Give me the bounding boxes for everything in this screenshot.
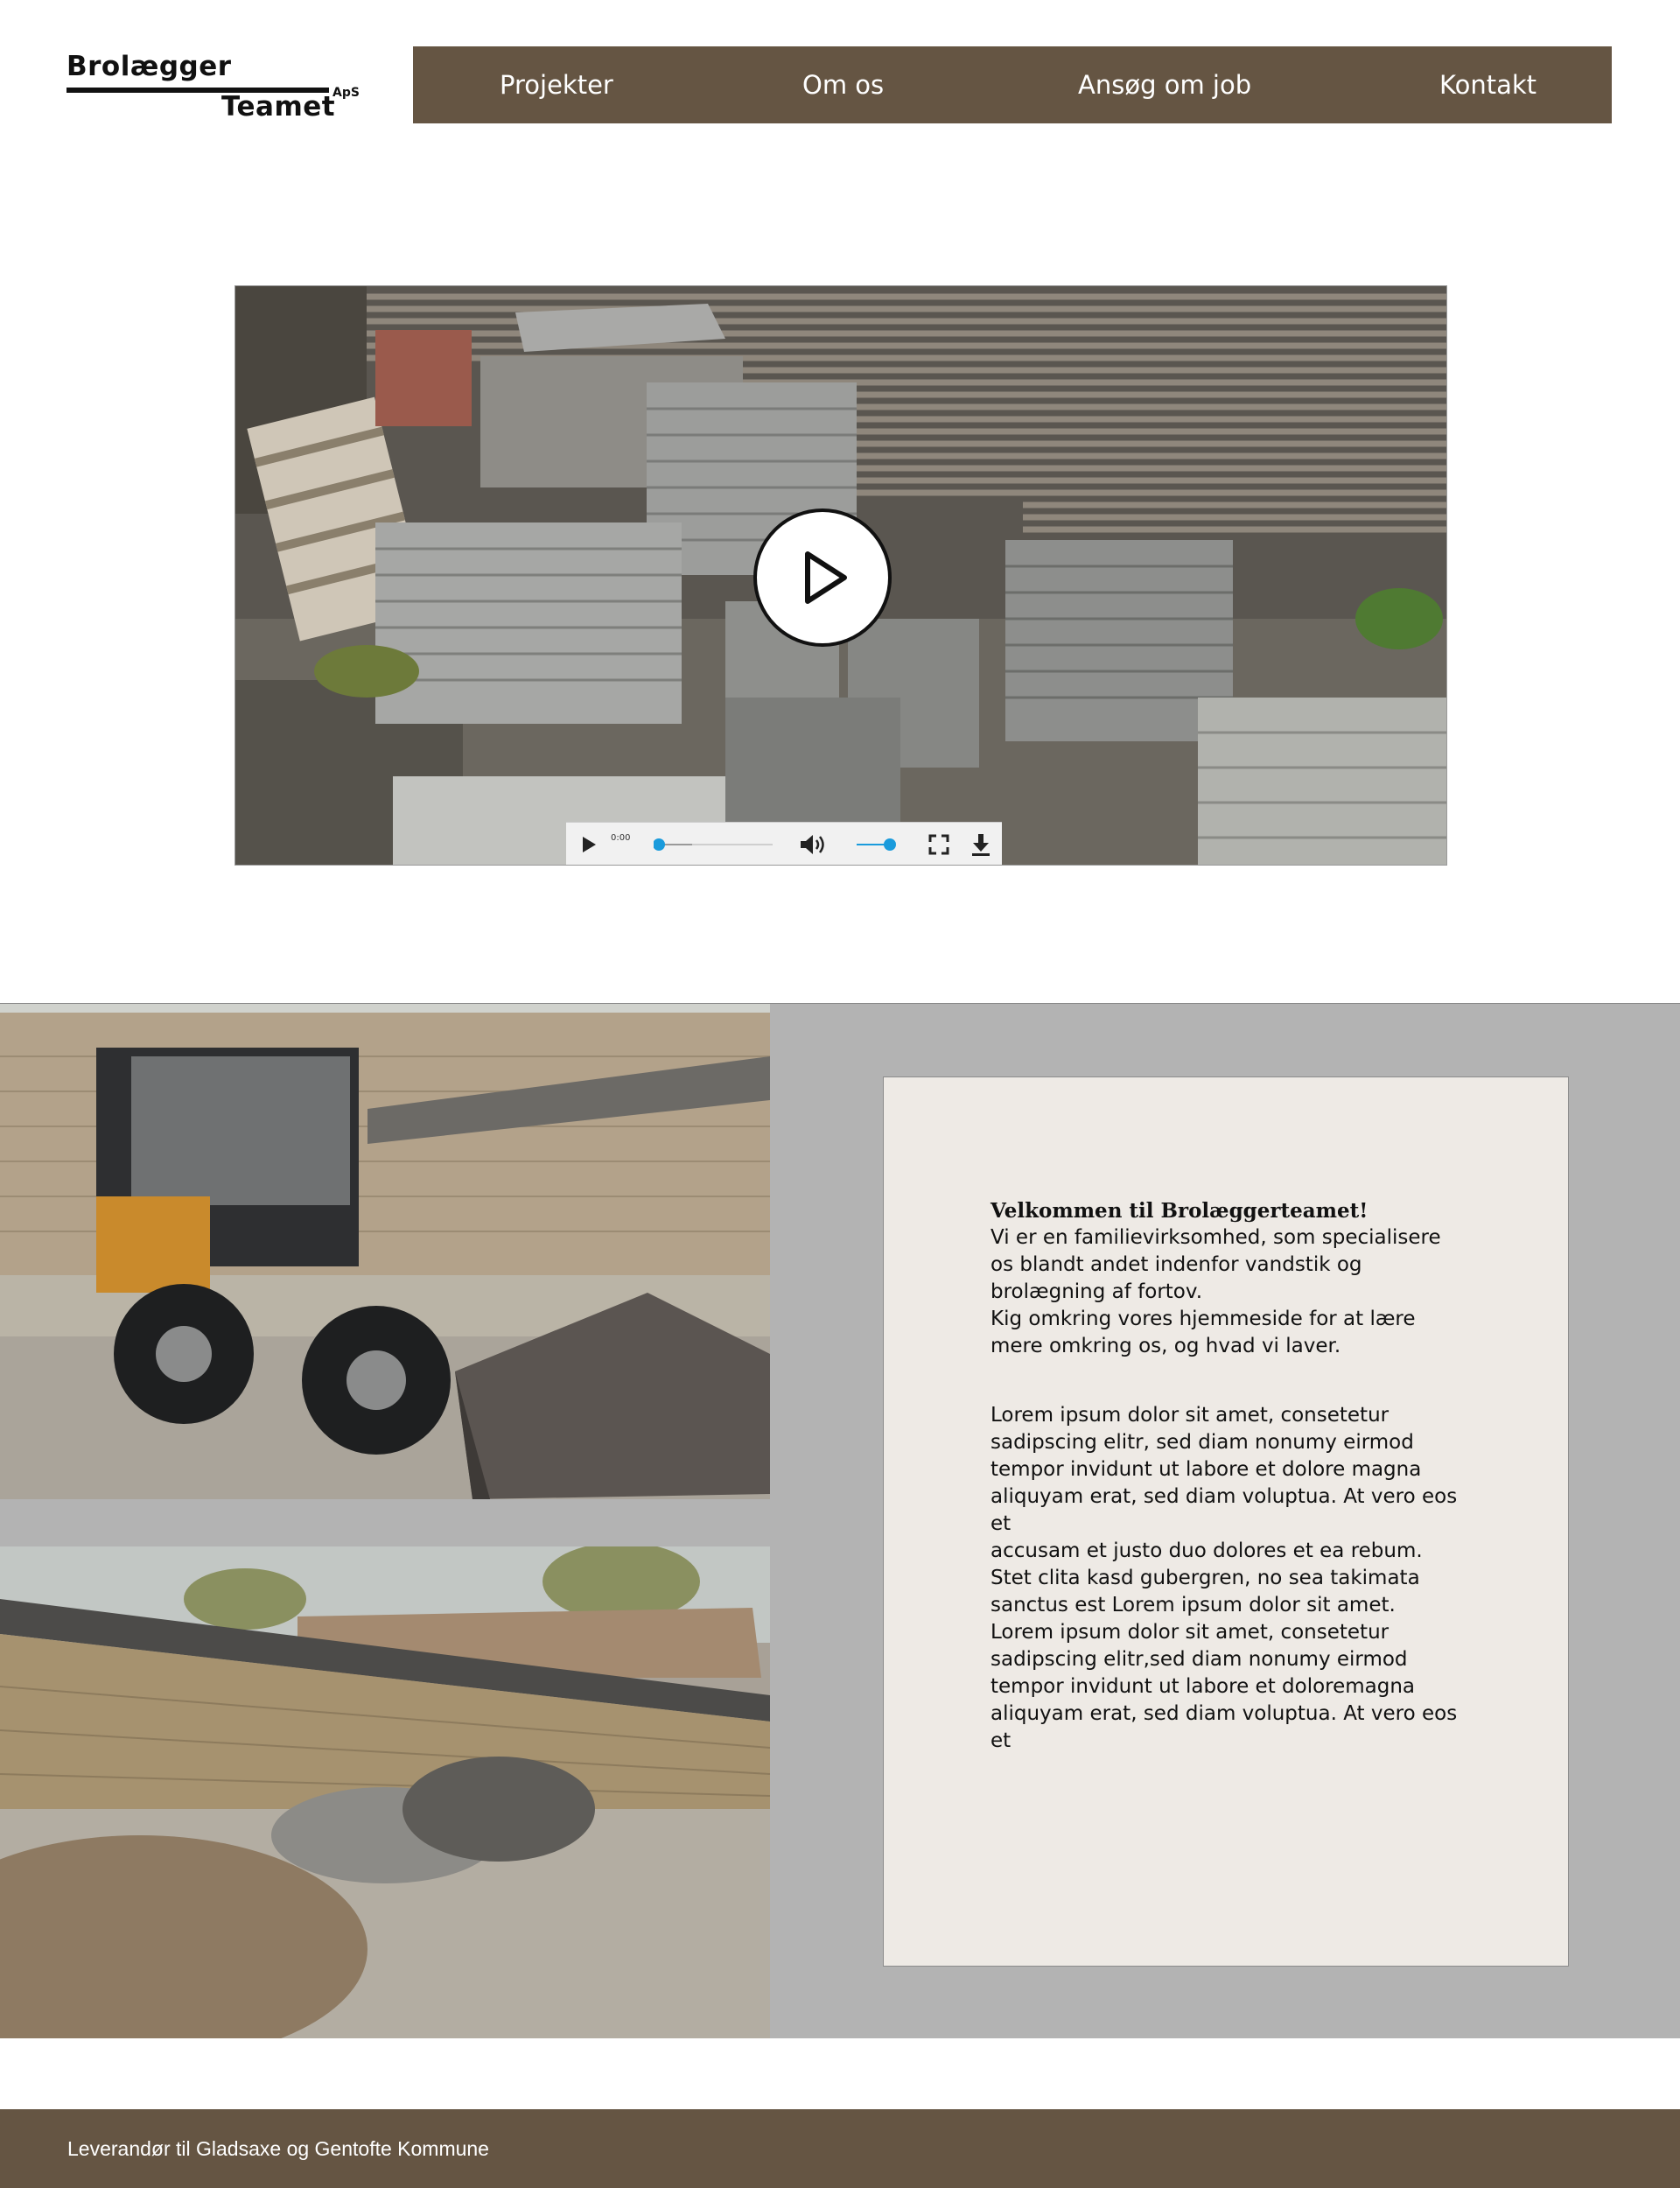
intro-card: Velkommen til Brolæggerteamet! Vi er en … [883,1076,1569,1967]
volume-icon[interactable] [799,833,829,856]
video-current-time: 0:00 [611,833,631,843]
play-icon[interactable] [753,508,892,647]
brand-logo-line1: Brolægger [66,51,232,82]
volume-slider[interactable] [855,838,899,852]
video-controls: 0:00 [566,822,1002,865]
nav-item-ansog-om-job[interactable]: Ansøg om job [1078,46,1251,123]
video-progress-slider[interactable] [654,838,776,852]
nav-item-om-os[interactable]: Om os [802,46,884,123]
intro-lorem: Lorem ipsum dolor sit amet, consetetur s… [990,1404,1458,1752]
about-section: Velkommen til Brolæggerteamet! Vi er en … [0,1003,1680,2038]
main-nav: Projekter Om os Ansøg om job Kontakt [413,46,1612,123]
footer-text: Leverandør til Gladsaxe og Gentofte Komm… [67,2137,489,2160]
intro-text: Velkommen til Brolæggerteamet! Vi er en … [990,1197,1480,1755]
stone-piles-photo [0,1546,770,2038]
nav-item-kontakt[interactable]: Kontakt [1439,46,1536,123]
intro-title: Velkommen til Brolæggerteamet! [990,1199,1368,1223]
brand-logo[interactable]: Brolægger Teamet ApS [66,51,360,126]
brand-logo-line2: Teamet [221,91,336,123]
play-small-icon[interactable] [580,835,598,854]
download-icon[interactable] [970,832,991,857]
video-player[interactable]: 0:00 [234,285,1447,866]
brand-logo-suffix: ApS [332,86,360,100]
wheel-loader-photo [0,1004,770,1499]
nav-item-projekter[interactable]: Projekter [500,46,613,123]
fullscreen-icon[interactable] [928,834,949,855]
footer: Leverandør til Gladsaxe og Gentofte Komm… [0,2109,1680,2188]
intro-body: Vi er en familievirksomhed, som speciali… [990,1226,1441,1357]
